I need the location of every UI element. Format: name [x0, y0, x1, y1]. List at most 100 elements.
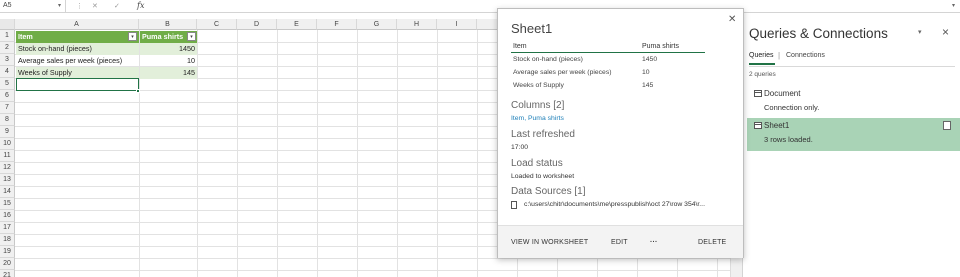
columns-count: [2] [553, 100, 565, 111]
row-header-4[interactable]: 4 [0, 66, 15, 78]
popup-title: Sheet1 [511, 21, 553, 36]
col-header-a[interactable]: A [15, 19, 139, 30]
view-in-worksheet-button[interactable]: VIEW IN WORKSHEET [511, 239, 588, 246]
preview-cell: 1450 [642, 56, 658, 63]
data-sources-section-label: Data Sources [1] [511, 186, 586, 197]
columns-list[interactable]: Item, Puma shirts [511, 115, 564, 122]
query-count: 2 queries [749, 71, 776, 78]
pane-options-icon[interactable]: ▾ [918, 28, 922, 36]
row-header-15[interactable]: 15 [0, 198, 15, 210]
row-header-16[interactable]: 16 [0, 210, 15, 222]
table-cell[interactable]: 145 [140, 67, 197, 79]
table-cell[interactable]: Stock on-hand (pieces) [16, 43, 139, 55]
table-cell[interactable]: 1450 [140, 43, 197, 55]
grid-line [357, 30, 358, 277]
col-header-d[interactable]: D [237, 19, 277, 30]
preview-header-rule [511, 52, 705, 53]
preview-cell: 10 [642, 69, 650, 76]
more-options-button[interactable]: ··· [650, 239, 658, 246]
edit-button[interactable]: EDIT [611, 239, 628, 246]
filter-dropdown-icon[interactable]: ▾ [187, 32, 196, 41]
dots-icon: ⋮ [76, 3, 83, 10]
tab-separator: | [778, 51, 781, 60]
edit-query-icon[interactable] [943, 121, 951, 130]
query-status: Connection only. [764, 103, 820, 112]
query-peek-popup: ✕ Sheet1 Item Puma shirts Stock on-hand … [497, 8, 744, 258]
name-box[interactable]: A5 [0, 0, 66, 12]
columns-label: Columns [511, 100, 551, 111]
col-header-b[interactable]: B [139, 19, 197, 30]
expand-formula-icon[interactable]: ▾ [952, 0, 955, 12]
data-source-path: c:\users\chitr\documents\me\presspublish… [524, 201, 705, 208]
popup-footer: VIEW IN WORKSHEET EDIT ··· DELETE [498, 225, 743, 258]
function-icon[interactable]: fx [137, 0, 144, 12]
name-box-value: A5 [3, 2, 12, 9]
columns-section-label: Columns [2] [511, 100, 564, 111]
row-header-11[interactable]: 11 [0, 150, 15, 162]
row-header-8[interactable]: 8 [0, 114, 15, 126]
grid-line [15, 270, 742, 271]
last-refreshed-value: 17:00 [511, 144, 529, 151]
col-header-h[interactable]: H [397, 19, 437, 30]
row-header-9[interactable]: 9 [0, 126, 15, 138]
scrollbar[interactable] [730, 258, 742, 277]
queries-pane-title: Queries & Connections [749, 26, 888, 41]
grid-line [15, 258, 742, 259]
row-header-3[interactable]: 3 [0, 54, 15, 66]
chevron-down-icon[interactable]: ▾ [58, 0, 61, 12]
col-header-c[interactable]: C [197, 19, 237, 30]
file-icon [511, 201, 517, 209]
row-header-21[interactable]: 21 [0, 270, 15, 277]
table-cell[interactable]: 10 [140, 55, 197, 67]
fill-handle[interactable] [136, 89, 140, 93]
row-header-17[interactable]: 17 [0, 222, 15, 234]
row-header-1[interactable]: 1 [0, 30, 15, 42]
check-icon[interactable]: ✓ [114, 1, 120, 12]
row-header-19[interactable]: 19 [0, 246, 15, 258]
table-icon [754, 122, 762, 129]
table-header-item[interactable]: Item [16, 31, 139, 43]
last-refreshed-label: Last refreshed [511, 129, 575, 140]
tab-underline [749, 63, 775, 65]
filter-dropdown-icon[interactable]: ▾ [128, 32, 137, 41]
col-header-f[interactable]: F [317, 19, 357, 30]
divider [749, 66, 955, 67]
row-header-5[interactable]: 5 [0, 78, 15, 90]
col-header-g[interactable]: G [357, 19, 397, 30]
queries-pane: Queries & Connections ▾ × Queries | Conn… [742, 13, 960, 277]
preview-cell: Average sales per week (pieces) [513, 69, 612, 76]
grid-line [197, 30, 198, 277]
delete-button[interactable]: DELETE [698, 239, 726, 246]
query-item-document[interactable]: Document Connection only. [747, 86, 960, 119]
col-header-e[interactable]: E [277, 19, 317, 30]
row-header-12[interactable]: 12 [0, 162, 15, 174]
formula-bar: A5 ▾ ⋮ ✕ ✓ fx ▾ [0, 0, 960, 13]
row-header-18[interactable]: 18 [0, 234, 15, 246]
row-header-20[interactable]: 20 [0, 258, 15, 270]
grid-line [477, 30, 478, 277]
grid-line [237, 30, 238, 277]
preview-header: Item [513, 43, 527, 50]
row-header-14[interactable]: 14 [0, 186, 15, 198]
grid-line [437, 30, 438, 277]
row-header-13[interactable]: 13 [0, 174, 15, 186]
preview-header: Puma shirts [642, 43, 679, 50]
close-icon[interactable]: ✕ [728, 14, 736, 25]
select-all-corner[interactable] [0, 19, 15, 30]
preview-cell: Stock on-hand (pieces) [513, 56, 583, 63]
load-status-value: Loaded to worksheet [511, 173, 575, 180]
row-header-2[interactable]: 2 [0, 42, 15, 54]
row-header-7[interactable]: 7 [0, 102, 15, 114]
active-cell-a5[interactable] [16, 78, 139, 91]
col-header-i[interactable]: I [437, 19, 477, 30]
cancel-icon[interactable]: ✕ [92, 1, 98, 12]
tab-queries[interactable]: Queries [749, 52, 774, 59]
query-item-sheet1[interactable]: Sheet1 3 rows loaded. [747, 118, 960, 151]
preview-cell: 145 [642, 82, 654, 89]
row-header-10[interactable]: 10 [0, 138, 15, 150]
table-cell[interactable]: Average sales per week (pieces) [16, 55, 139, 67]
grid-line [397, 30, 398, 277]
close-pane-icon[interactable]: × [942, 25, 949, 39]
tab-connections[interactable]: Connections [786, 52, 825, 59]
row-header-6[interactable]: 6 [0, 90, 15, 102]
